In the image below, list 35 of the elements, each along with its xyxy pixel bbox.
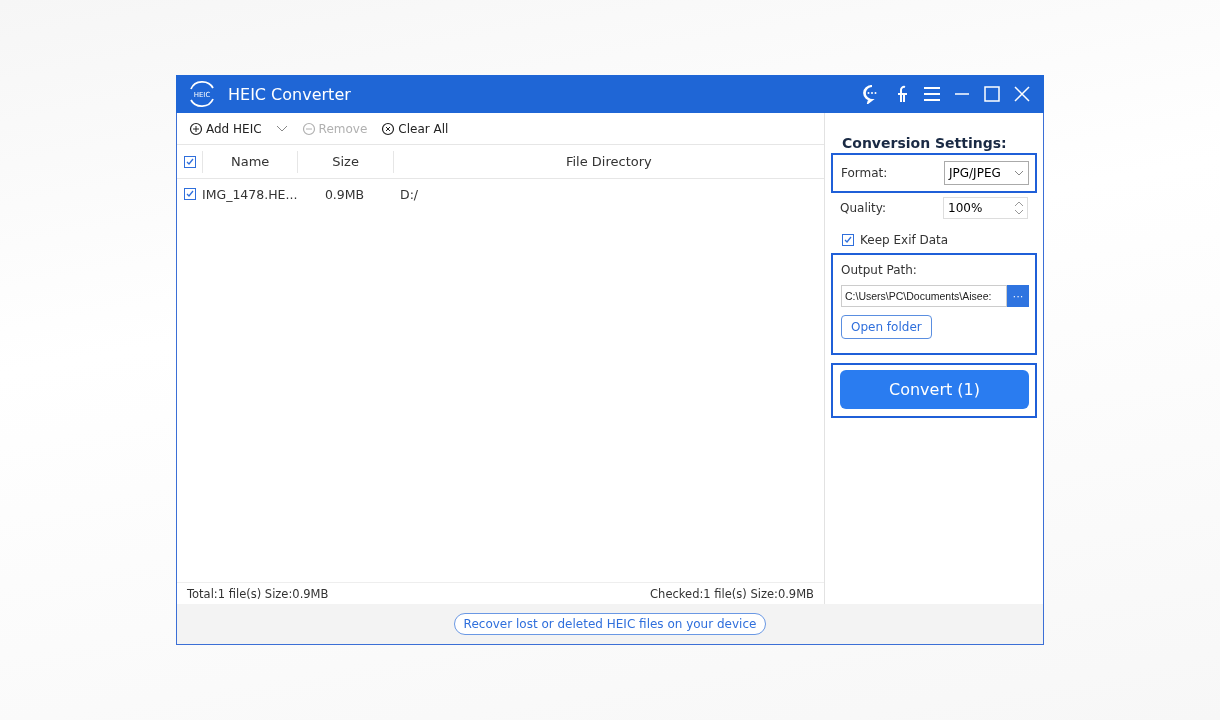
- checkbox[interactable]: [842, 234, 854, 246]
- table-cell: IMG_1478.HE...: [202, 186, 297, 202]
- quality-field[interactable]: 100%: [943, 197, 1028, 219]
- maximize-icon[interactable]: [982, 84, 1002, 104]
- checked-status: Checked:1 file(s) Size:0.9MB: [650, 586, 814, 601]
- toolbar-button[interactable]: Clear All: [381, 121, 449, 136]
- minus-icon: [301, 121, 316, 136]
- checkbox[interactable]: [184, 155, 196, 168]
- close-icon: [381, 121, 396, 136]
- convert-button[interactable]: Convert (1): [840, 370, 1029, 409]
- open-folder-button[interactable]: Open folder: [841, 315, 932, 339]
- column-header[interactable]: File Directory: [392, 150, 824, 173]
- column-header[interactable]: Size: [297, 150, 393, 173]
- exif-label[interactable]: Keep Exif Data: [860, 233, 949, 247]
- table-cell-text: D:/: [399, 186, 420, 202]
- output-path-field[interactable]: C:\Users\PC\Documents\Aisee:: [841, 285, 1007, 307]
- toolbar-button[interactable]: Add HEIC: [189, 121, 262, 136]
- settings-title: Conversion Settings:: [841, 135, 1008, 151]
- close-icon[interactable]: [1012, 84, 1032, 104]
- total-status: Total:1 file(s) Size:0.9MB: [187, 586, 329, 601]
- caret-icon[interactable]: [275, 124, 288, 133]
- checkbox[interactable]: [184, 188, 196, 200]
- spinner-icon[interactable]: [1013, 199, 1025, 217]
- plus-icon: [189, 121, 203, 136]
- menu-icon[interactable]: [922, 84, 942, 104]
- window-title: HEIC Converter: [228, 84, 352, 104]
- table-cell-text: 0.9MB: [323, 186, 366, 202]
- column-header[interactable]: Name: [201, 150, 298, 173]
- output-label: Output Path:: [841, 263, 918, 277]
- browse-button[interactable]: ···: [1007, 285, 1029, 307]
- caret-icon: [1014, 170, 1024, 176]
- format-label: Format:: [841, 166, 889, 180]
- recover-link[interactable]: Recover lost or deleted HEIC files on your device: [453, 613, 767, 635]
- format-dropdown[interactable]: JPG/JPEG: [944, 161, 1029, 185]
- quality-label: Quality:: [840, 201, 888, 215]
